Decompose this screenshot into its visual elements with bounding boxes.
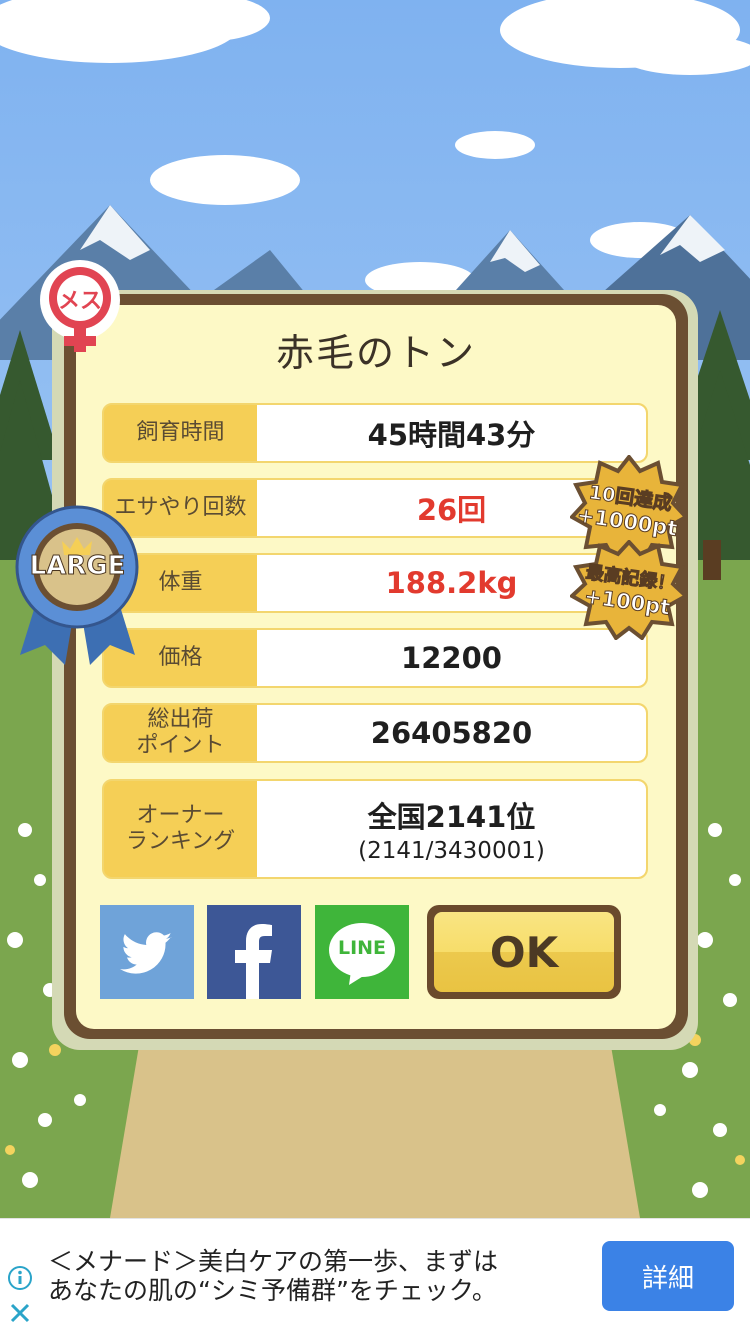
female-badge: メス (36, 260, 128, 360)
stat-label: 総出荷 ポイント (136, 707, 225, 758)
stat-value: 全国2141位 (2141/3430001) (257, 781, 646, 877)
ad-line1: ＜メナード＞美白ケアの第一歩、まずは (48, 1247, 499, 1276)
facebook-share-button[interactable] (207, 905, 301, 999)
ok-button-label: OK (434, 912, 614, 992)
stat-row-price: 価格 12200 (102, 628, 648, 688)
ad-line2: あなたの肌の“シミ予備群”をチェック。 (48, 1276, 497, 1305)
facebook-f-icon (235, 924, 272, 999)
line-share-button[interactable]: LINE (315, 905, 409, 999)
stat-row-shipment-points: 総出荷 ポイント 26405820 (102, 703, 648, 763)
ok-button[interactable]: OK (427, 905, 621, 999)
stat-row-feeding-time: 飼育時間 45時間43分 (102, 403, 648, 463)
bonus-badge-record: 最高記録！ +100pt (568, 539, 690, 641)
pet-name-title: 赤毛のトン (275, 331, 476, 375)
size-badge-text: LARGE (29, 551, 126, 582)
stat-label: 飼育時間 (136, 420, 225, 445)
stat-row-owner-ranking: オーナー ランキング 全国2141位 (2141/3430001) (102, 779, 648, 879)
stat-row-feed-count: エサやり回数 26回 (102, 478, 648, 538)
twitter-share-button[interactable] (100, 905, 194, 999)
ranking-detail: (2141/3430001) (358, 838, 545, 864)
size-ribbon-badge: LARGE (10, 495, 145, 670)
twitter-bird-icon (120, 932, 172, 974)
ad-details-button[interactable]: 詳細 (602, 1241, 734, 1311)
stat-value: 26405820 (257, 705, 646, 761)
ad-banner[interactable]: ＜メナード＞美白ケアの第一歩、まずは あなたの肌の“シミ予備群”をチェック。 詳… (0, 1218, 750, 1335)
ad-text: ＜メナード＞美白ケアの第一歩、まずは あなたの肌の“シミ予備群”をチェック。 (48, 1247, 578, 1305)
stat-label: オーナー ランキング (125, 803, 236, 854)
ranking-value: 全国2141位 (367, 800, 536, 834)
info-icon[interactable] (7, 1265, 33, 1291)
line-label: LINE (337, 937, 387, 959)
stat-value: 45時間43分 (257, 405, 646, 461)
ribbon-rosette-icon (15, 505, 139, 665)
close-icon[interactable] (9, 1302, 31, 1324)
stat-row-weight: 体重 188.2kg (102, 553, 648, 613)
gender-badge-text: メス (57, 289, 102, 314)
